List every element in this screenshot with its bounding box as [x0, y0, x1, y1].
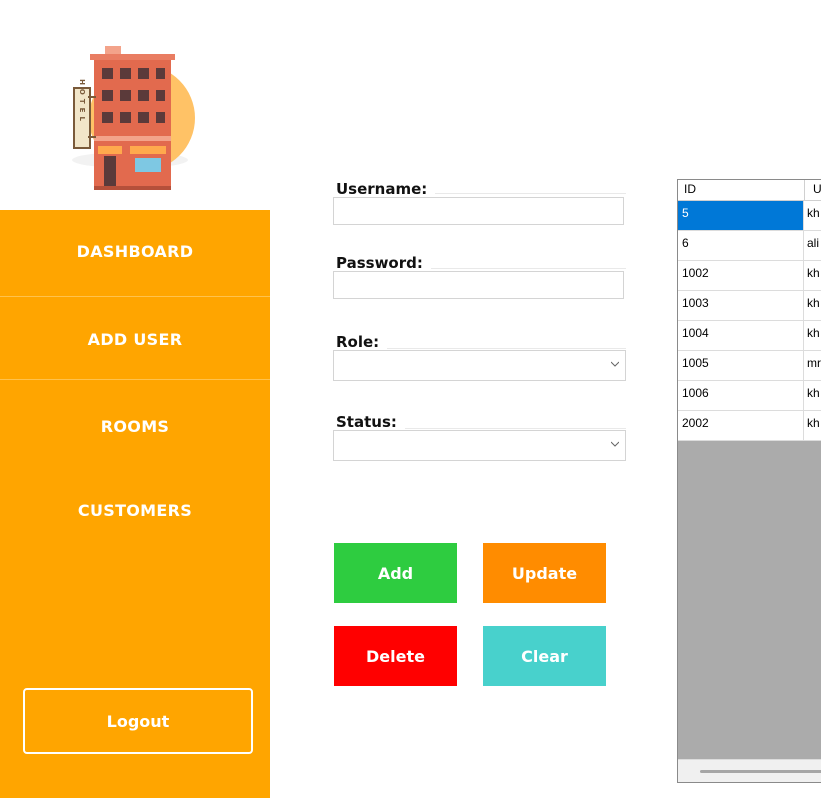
cell-id: 5: [678, 201, 804, 230]
cell-username: kh: [807, 266, 820, 280]
table-row[interactable]: 1002 kh: [678, 261, 821, 291]
username-label: Username:: [336, 180, 436, 198]
status-label: Status:: [336, 413, 405, 431]
cell-username: ali: [807, 236, 820, 250]
logout-button[interactable]: Logout: [23, 688, 253, 754]
column-separator[interactable]: [804, 180, 805, 200]
cell-id: 1006: [678, 381, 804, 410]
column-header-username[interactable]: U: [813, 182, 821, 196]
username-input[interactable]: [333, 197, 624, 225]
add-button[interactable]: Add: [334, 543, 457, 603]
cell-username: mr: [807, 356, 821, 370]
update-button[interactable]: Update: [483, 543, 606, 603]
chevron-down-icon: [611, 361, 619, 367]
cell-id: 2002: [678, 411, 804, 440]
table-row[interactable]: 1006 kh: [678, 381, 821, 411]
column-header-id[interactable]: ID: [684, 182, 696, 196]
hotel-logo: HOTEL: [72, 46, 195, 190]
status-select[interactable]: [333, 430, 626, 461]
delete-button[interactable]: Delete: [334, 626, 457, 686]
sidebar-item-customers[interactable]: CUSTOMERS: [0, 501, 270, 520]
users-data-grid[interactable]: ID U 5 kh 6 ali 1002 kh 1003 kh 1004 kh …: [677, 179, 821, 783]
cell-id: 1002: [678, 261, 804, 290]
scrollbar-thumb[interactable]: [700, 770, 821, 773]
role-label: Role:: [336, 333, 388, 351]
cell-id: 1004: [678, 321, 804, 350]
cell-username: kh: [807, 386, 820, 400]
table-row[interactable]: 1004 kh: [678, 321, 821, 351]
table-row[interactable]: 2002 kh: [678, 411, 821, 441]
sidebar-item-dashboard[interactable]: DASHBOARD: [0, 242, 270, 261]
password-input[interactable]: [333, 271, 624, 299]
cell-id: 1005: [678, 351, 804, 380]
table-row[interactable]: 1003 kh: [678, 291, 821, 321]
role-select[interactable]: [333, 350, 626, 381]
table-row[interactable]: 6 ali: [678, 231, 821, 261]
password-label: Password:: [336, 254, 431, 272]
chevron-down-icon: [611, 441, 619, 447]
grid-header: ID U: [678, 180, 821, 201]
nav-divider: [0, 296, 270, 297]
cell-id: 1003: [678, 291, 804, 320]
horizontal-scrollbar[interactable]: [678, 759, 821, 782]
table-row[interactable]: 5 kh: [678, 201, 821, 231]
cell-username: kh: [807, 206, 820, 220]
sidebar: HOTEL DASHBOARD ADD USER ROOMS CUSTOMERS…: [0, 0, 270, 798]
sidebar-item-add-user[interactable]: ADD USER: [0, 330, 270, 349]
clear-button[interactable]: Clear: [483, 626, 606, 686]
cell-username: kh: [807, 296, 820, 310]
nav-divider: [0, 379, 270, 380]
table-row[interactable]: 1005 mr: [678, 351, 821, 381]
cell-username: kh: [807, 326, 820, 340]
sidebar-item-rooms[interactable]: ROOMS: [0, 417, 270, 436]
svg-text:HOTEL: HOTEL: [78, 79, 86, 125]
nav-panel: DASHBOARD ADD USER ROOMS CUSTOMERS Logou…: [0, 210, 270, 798]
cell-username: kh: [807, 416, 820, 430]
cell-id: 6: [678, 231, 804, 260]
